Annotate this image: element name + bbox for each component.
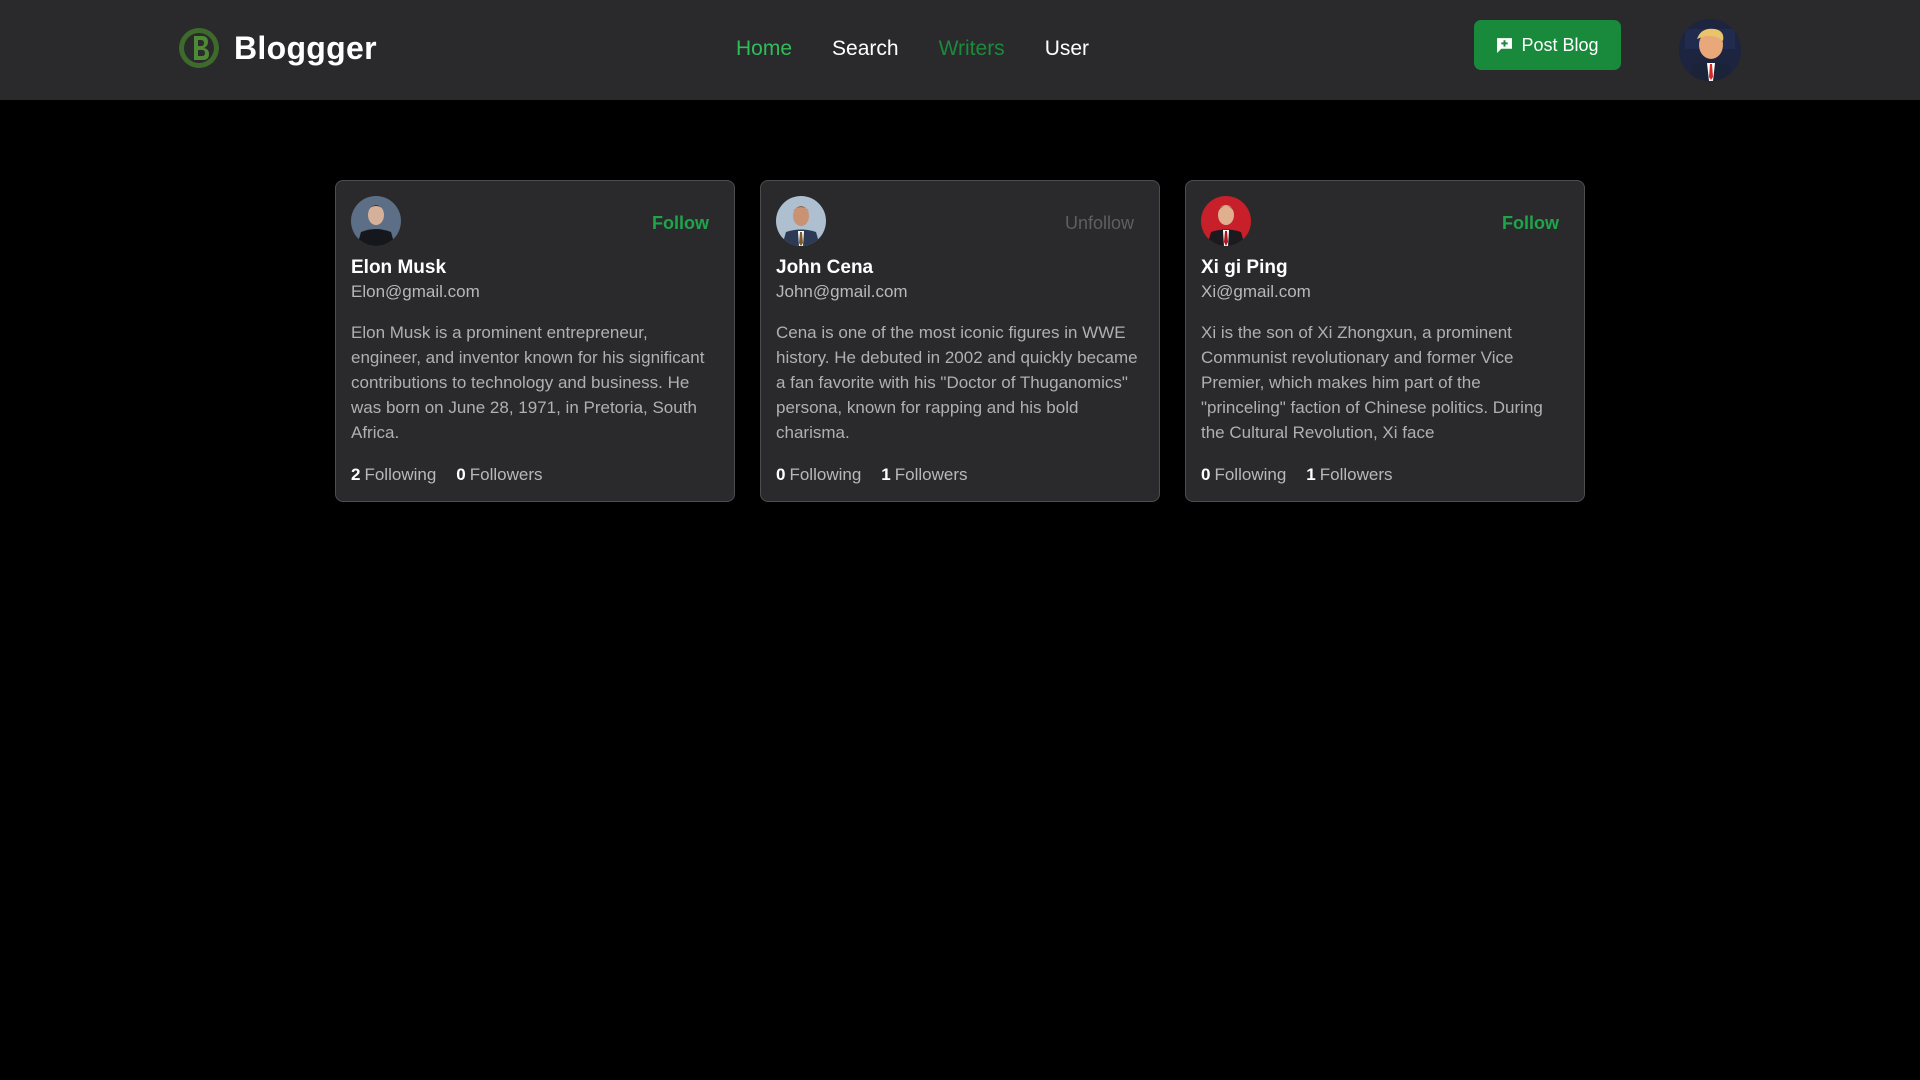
bloggger-logo-icon bbox=[179, 28, 219, 68]
following-stat[interactable]: 2 Following bbox=[351, 465, 436, 485]
following-label: Following bbox=[1214, 465, 1287, 484]
writer-stats: 0 Following 1 Followers bbox=[1201, 465, 1569, 485]
writer-avatar[interactable] bbox=[351, 196, 401, 246]
following-count: 0 bbox=[1201, 465, 1211, 484]
writer-avatar[interactable] bbox=[1201, 196, 1251, 246]
brand[interactable]: Bloggger bbox=[178, 27, 377, 69]
followers-count: 1 bbox=[1306, 465, 1316, 484]
following-label: Following bbox=[789, 465, 862, 484]
writer-stats: 0 Following 1 Followers bbox=[776, 465, 1144, 485]
writer-bio: Xi is the son of Xi Zhongxun, a prominen… bbox=[1201, 323, 1543, 442]
writer-card: Follow Xi gi Ping Xi@gmail.com Xi is the… bbox=[1185, 180, 1585, 502]
writer-card-header: Follow bbox=[351, 196, 719, 246]
follow-button[interactable]: Follow bbox=[1502, 213, 1559, 234]
writer-email: John@gmail.com bbox=[776, 282, 908, 301]
writer-email: Xi@gmail.com bbox=[1201, 282, 1311, 301]
followers-count: 1 bbox=[881, 465, 891, 484]
writer-name[interactable]: Xi gi Ping bbox=[1201, 257, 1569, 279]
main-nav: Home Search Writers User bbox=[736, 37, 1089, 61]
nav-writers[interactable]: Writers bbox=[939, 37, 1005, 61]
followers-stat[interactable]: 1 Followers bbox=[1306, 465, 1392, 485]
user-avatar-icon bbox=[1679, 19, 1741, 81]
person-avatar-icon bbox=[776, 196, 826, 246]
writer-card: Unfollow John Cena John@gmail.com Cena i… bbox=[760, 180, 1160, 502]
writer-card-header: Unfollow bbox=[776, 196, 1144, 246]
writer-name[interactable]: John Cena bbox=[776, 257, 1144, 279]
chat-plus-icon bbox=[1497, 37, 1513, 53]
nav-search[interactable]: Search bbox=[832, 37, 899, 61]
follow-button[interactable]: Follow bbox=[652, 213, 709, 234]
person-avatar-icon bbox=[351, 196, 401, 246]
writer-email: Elon@gmail.com bbox=[351, 282, 480, 301]
unfollow-button[interactable]: Unfollow bbox=[1065, 213, 1134, 234]
writer-stats: 2 Following 0 Followers bbox=[351, 465, 719, 485]
post-blog-button[interactable]: Post Blog bbox=[1474, 20, 1621, 70]
writer-avatar[interactable] bbox=[776, 196, 826, 246]
writer-card-header: Follow bbox=[1201, 196, 1569, 246]
followers-count: 0 bbox=[456, 465, 466, 484]
post-blog-label: Post Blog bbox=[1521, 34, 1599, 55]
following-count: 2 bbox=[351, 465, 361, 484]
followers-stat[interactable]: 1 Followers bbox=[881, 465, 967, 485]
person-avatar-icon bbox=[1201, 196, 1251, 246]
user-avatar[interactable] bbox=[1679, 19, 1741, 81]
nav-user[interactable]: User bbox=[1045, 37, 1089, 61]
followers-label: Followers bbox=[894, 465, 968, 484]
writer-card: Follow Elon Musk Elon@gmail.com Elon Mus… bbox=[335, 180, 735, 502]
writer-name[interactable]: Elon Musk bbox=[351, 257, 719, 279]
writer-bio: Elon Musk is a prominent entrepreneur, e… bbox=[351, 323, 705, 442]
writers-grid: Follow Elon Musk Elon@gmail.com Elon Mus… bbox=[335, 180, 1585, 502]
followers-stat[interactable]: 0 Followers bbox=[456, 465, 542, 485]
top-navbar: Bloggger Home Search Writers User Post B… bbox=[0, 0, 1920, 100]
followers-label: Followers bbox=[469, 465, 543, 484]
following-stat[interactable]: 0 Following bbox=[1201, 465, 1286, 485]
nav-home[interactable]: Home bbox=[736, 37, 792, 61]
followers-label: Followers bbox=[1319, 465, 1393, 484]
brand-name: Bloggger bbox=[234, 29, 377, 66]
following-count: 0 bbox=[776, 465, 786, 484]
following-label: Following bbox=[364, 465, 437, 484]
following-stat[interactable]: 0 Following bbox=[776, 465, 861, 485]
writer-bio: Cena is one of the most iconic figures i… bbox=[776, 323, 1138, 442]
